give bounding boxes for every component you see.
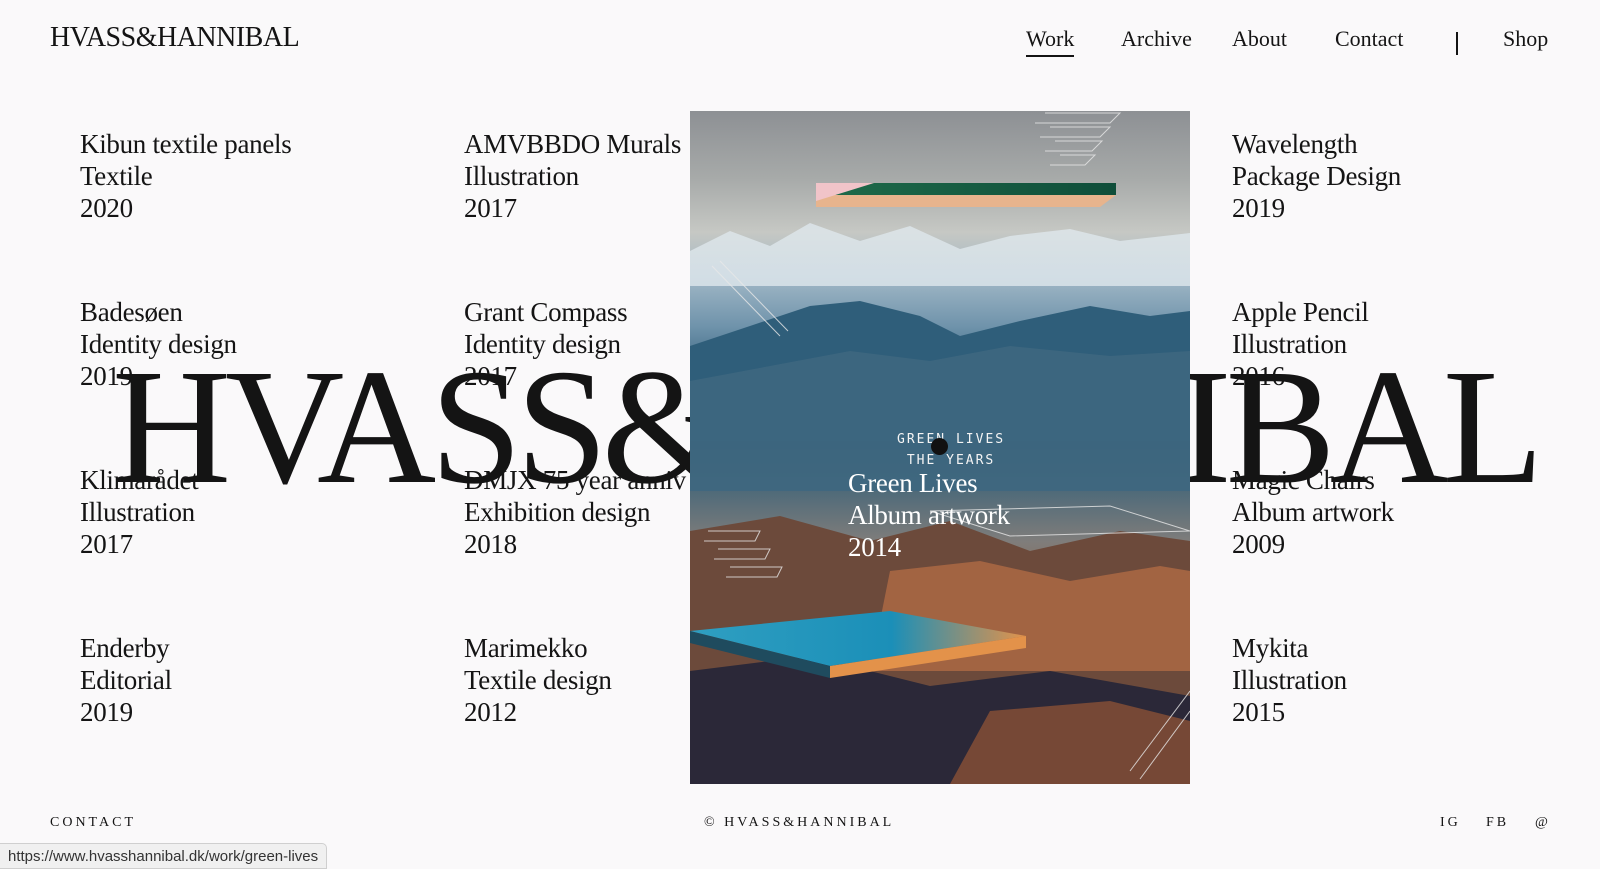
nav-archive-link[interactable]: Archive xyxy=(1121,26,1192,56)
project-title: Mykita xyxy=(1232,633,1309,663)
nav-shop-link[interactable]: Shop xyxy=(1503,26,1548,56)
project-year: 2016 xyxy=(1232,361,1285,391)
footer-copyright: © HVASS&HANNIBAL xyxy=(704,815,895,830)
project-item[interactable]: Magic Chairs Album artwork 2009 xyxy=(1232,464,1394,560)
hovered-project-category: Album artwork xyxy=(848,500,1010,530)
footer-instagram-link[interactable]: IG xyxy=(1440,815,1461,831)
project-category: Album artwork xyxy=(1232,497,1394,527)
project-year: 2017 xyxy=(80,529,133,559)
project-category: Editorial xyxy=(80,665,172,695)
project-item[interactable]: Marimekko Textile design 2012 xyxy=(464,632,612,728)
footer-facebook-link[interactable]: FB xyxy=(1486,815,1509,831)
project-category: Textile design xyxy=(464,665,612,695)
project-title: DMJX 75 year anniv xyxy=(464,465,686,495)
project-title: Wavelength xyxy=(1232,129,1358,159)
project-item[interactable]: Klimarådet Illustration 2017 xyxy=(80,464,199,560)
project-title: Grant Compass xyxy=(464,297,628,327)
project-year: 2009 xyxy=(1232,529,1285,559)
cursor-dot xyxy=(931,438,948,455)
project-title: Badesøen xyxy=(80,297,183,327)
project-year: 2018 xyxy=(464,529,517,559)
project-category: Package Design xyxy=(1232,161,1401,191)
project-item[interactable]: Wavelength Package Design 2019 xyxy=(1232,128,1401,224)
project-item[interactable]: Kibun textile panels Textile 2020 xyxy=(80,128,292,224)
project-year: 2020 xyxy=(80,193,133,223)
project-title: Enderby xyxy=(80,633,170,663)
nav-work-link[interactable]: Work xyxy=(1026,26,1075,57)
project-year: 2017 xyxy=(464,193,517,223)
poster-title-text: GREEN LIVES THE YEARS xyxy=(897,429,1005,471)
project-title: Marimekko xyxy=(464,633,588,663)
project-item[interactable]: Grant Compass Identity design 2017 xyxy=(464,296,628,392)
project-item[interactable]: AMVBBDO Murals Illustration 2017 xyxy=(464,128,681,224)
footer-contact-link[interactable]: CONTACT xyxy=(50,815,136,831)
project-title: Magic Chairs xyxy=(1232,465,1375,495)
project-item[interactable]: Badesøen Identity design 2019 xyxy=(80,296,237,392)
project-year: 2015 xyxy=(1232,697,1285,727)
project-year: 2019 xyxy=(1232,193,1285,223)
project-item[interactable]: Apple Pencil Illustration 2016 xyxy=(1232,296,1369,392)
project-item[interactable]: Enderby Editorial 2019 xyxy=(80,632,172,728)
hovered-project-caption: Green Lives Album artwork 2014 xyxy=(848,467,1010,563)
project-item[interactable]: DMJX 75 year anniv Exhibition design 201… xyxy=(464,464,686,560)
project-category: Identity design xyxy=(80,329,237,359)
nav-divider xyxy=(1456,32,1458,55)
project-title: Apple Pencil xyxy=(1232,297,1369,327)
hovered-project-year: 2014 xyxy=(848,532,901,562)
project-category: Exhibition design xyxy=(464,497,651,527)
project-year: 2019 xyxy=(80,697,133,727)
project-title: AMVBBDO Murals xyxy=(464,129,682,159)
project-category: Illustration xyxy=(1232,665,1347,695)
project-year: 2012 xyxy=(464,697,517,727)
project-item[interactable]: Mykita Illustration 2015 xyxy=(1232,632,1347,728)
site-logo[interactable]: HVASS&HANNIBAL xyxy=(50,22,300,54)
project-title: Kibun textile panels xyxy=(80,129,292,159)
nav-contact-link[interactable]: Contact xyxy=(1335,26,1403,56)
project-year: 2017 xyxy=(464,361,517,391)
project-year: 2019 xyxy=(80,361,133,391)
nav-about-link[interactable]: About xyxy=(1232,26,1287,56)
footer-email-link[interactable]: @ xyxy=(1535,815,1551,831)
project-category: Illustration xyxy=(1232,329,1347,359)
hovered-project-title: Green Lives xyxy=(848,468,978,498)
browser-status-url: https://www.hvasshannibal.dk/work/green-… xyxy=(0,843,328,869)
hovered-project-preview[interactable]: GREEN LIVES THE YEARS Green Lives Album … xyxy=(690,111,1190,784)
poster-title-line1: GREEN LIVES xyxy=(897,432,1006,447)
project-category: Illustration xyxy=(80,497,195,527)
project-category: Textile xyxy=(80,161,153,191)
project-title: Klimarådet xyxy=(80,465,199,495)
project-category: Identity design xyxy=(464,329,621,359)
project-category: Illustration xyxy=(464,161,579,191)
